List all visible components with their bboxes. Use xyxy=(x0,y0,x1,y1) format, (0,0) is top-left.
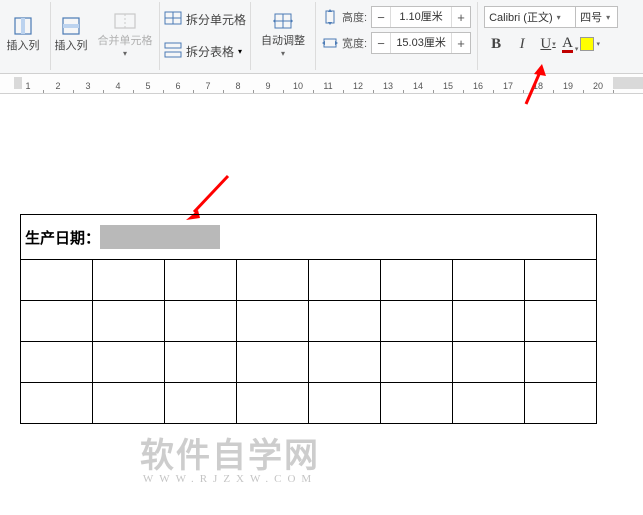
ruler-tick: 12 xyxy=(353,81,363,91)
decrease-width-button[interactable]: − xyxy=(372,33,390,53)
split-cells-label: 拆分单元格 xyxy=(186,11,246,28)
insert-row-label: 插入列 xyxy=(55,40,88,53)
auto-fit-label: 自动调整 xyxy=(261,35,305,48)
font-name-value: Calibri (正文) xyxy=(489,9,553,25)
split-table-button[interactable]: 拆分表格 ▾ xyxy=(164,36,246,66)
font-group: Calibri (正文) ▾ 四号 ▾ B I U▾ A▾ ▾ xyxy=(478,2,618,70)
ruler-tick: 17 xyxy=(503,81,513,91)
header-text: 生产日期： xyxy=(25,227,100,248)
ruler-tick: 15 xyxy=(443,81,453,91)
split-group: 拆分单元格 拆分表格 ▾ xyxy=(160,2,251,70)
height-value[interactable]: 1.10厘米 xyxy=(390,7,452,27)
horizontal-ruler[interactable]: 1234567891011121314151617181920 xyxy=(0,74,643,94)
dropdown-icon: ▾ xyxy=(281,49,285,58)
ruler-margin-left xyxy=(14,77,22,89)
split-cells-icon xyxy=(164,10,182,29)
highlight-button[interactable]: ▾ xyxy=(580,37,600,51)
text-selection-highlight[interactable] xyxy=(100,225,220,249)
split-table-icon xyxy=(164,42,182,61)
font-color-button[interactable]: A▾ xyxy=(562,36,578,53)
table-row[interactable] xyxy=(21,342,597,383)
insert-row-icon xyxy=(59,14,83,38)
height-spinner[interactable]: − 1.10厘米 + xyxy=(371,6,471,28)
ruler-tick: 3 xyxy=(85,81,90,91)
underline-button[interactable]: U▾ xyxy=(536,32,560,56)
increase-width-button[interactable]: + xyxy=(452,33,470,53)
bold-button[interactable]: B xyxy=(484,32,508,56)
ruler-tick: 19 xyxy=(563,81,573,91)
width-label: 宽度: xyxy=(342,35,367,51)
insert-group: 插入列 xyxy=(0,2,51,70)
autofit-group: 自动调整 ▾ xyxy=(251,2,316,70)
ruler-tick: 11 xyxy=(323,81,332,91)
ruler-tick: 6 xyxy=(175,81,180,91)
ruler-tick: 18 xyxy=(533,81,543,91)
insert-column-icon xyxy=(11,14,35,38)
height-icon xyxy=(322,9,338,25)
insert-column-button[interactable]: 插入列 xyxy=(0,2,46,62)
split-cells-button[interactable]: 拆分单元格 xyxy=(164,4,246,34)
ruler-tick: 9 xyxy=(265,81,270,91)
width-spinner[interactable]: − 15.03厘米 + xyxy=(371,32,471,54)
width-value[interactable]: 15.03厘米 xyxy=(390,33,452,53)
height-row: 高度: − 1.10厘米 + xyxy=(322,6,471,28)
ruler-tick: 7 xyxy=(205,81,210,91)
auto-fit-icon xyxy=(271,9,295,33)
dimensions-group: 高度: − 1.10厘米 + 宽度: − 15.03厘米 + xyxy=(316,2,478,70)
merge-cells-icon xyxy=(113,9,137,33)
table-header-row[interactable]: 生产日期： xyxy=(21,215,597,260)
ruler-tick: 14 xyxy=(413,81,423,91)
merge-cells-label: 合并单元格 xyxy=(98,35,153,48)
font-size-value: 四号 xyxy=(580,9,602,25)
dropdown-icon: ▾ xyxy=(123,49,127,58)
auto-fit-button[interactable]: 自动调整 ▾ xyxy=(255,2,311,62)
ruler-tick: 10 xyxy=(293,81,303,91)
insert-row-group: 插入列 xyxy=(51,2,91,70)
ruler-tick: 5 xyxy=(145,81,150,91)
split-table-label: 拆分表格 xyxy=(186,43,234,60)
dropdown-icon: ▾ xyxy=(557,13,561,22)
width-icon xyxy=(322,35,338,51)
insert-column-label: 插入列 xyxy=(7,40,40,53)
watermark: 软件自学网 WWW.RJZXW.COM xyxy=(140,428,320,485)
highlight-swatch-icon xyxy=(580,37,594,51)
ruler-tick: 1 xyxy=(25,81,30,91)
ruler-tick: 16 xyxy=(473,81,483,91)
ruler-margin-right xyxy=(613,77,643,89)
document-table[interactable]: 生产日期： xyxy=(20,214,597,424)
ruler-tick: 20 xyxy=(593,81,603,91)
dropdown-icon: ▾ xyxy=(238,47,242,56)
font-size-combo[interactable]: 四号 ▾ xyxy=(576,6,618,28)
width-row: 宽度: − 15.03厘米 + xyxy=(322,32,471,54)
merge-cells-button: 合并单元格 ▾ xyxy=(95,2,155,62)
watermark-main: 软件自学网 xyxy=(140,438,320,475)
document-canvas[interactable]: 生产日期： xyxy=(0,94,643,515)
watermark-sub: WWW.RJZXW.COM xyxy=(140,473,320,485)
dropdown-icon: ▾ xyxy=(606,13,610,22)
increase-height-button[interactable]: + xyxy=(452,7,470,27)
ribbon-toolbar: 插入列 插入列 合并单元格 ▾ 拆分单元格 xyxy=(0,0,643,74)
italic-button[interactable]: I xyxy=(510,32,534,56)
height-label: 高度: xyxy=(342,9,367,25)
decrease-height-button[interactable]: − xyxy=(372,7,390,27)
table-row[interactable] xyxy=(21,383,597,424)
ruler-tick: 8 xyxy=(235,81,240,91)
ruler-tick: 2 xyxy=(55,81,60,91)
merge-group: 合并单元格 ▾ xyxy=(91,2,160,70)
font-name-combo[interactable]: Calibri (正文) ▾ xyxy=(484,6,576,28)
insert-row-button[interactable]: 插入列 xyxy=(51,2,91,62)
table-row[interactable] xyxy=(21,301,597,342)
ruler-tick: 4 xyxy=(115,81,120,91)
ruler-tick: 13 xyxy=(383,81,393,91)
table-row[interactable] xyxy=(21,260,597,301)
